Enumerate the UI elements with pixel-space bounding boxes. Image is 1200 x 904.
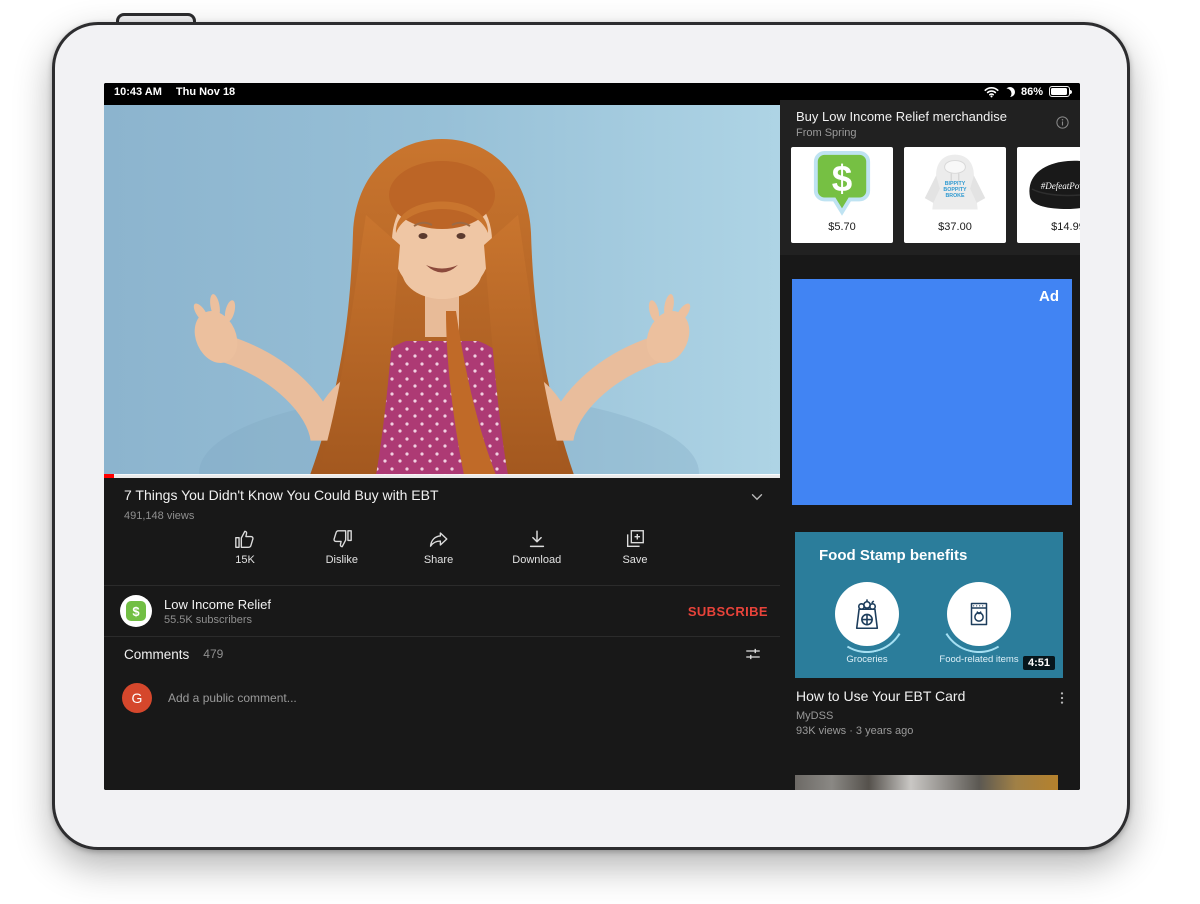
svg-text:BIPPITY: BIPPITY [945, 181, 966, 187]
save-label: Save [622, 554, 647, 566]
product-card-dollar-sticker[interactable]: $ $5.70 [791, 147, 893, 243]
grocery-bag-icon [848, 595, 886, 633]
status-date: Thu Nov 18 [176, 86, 235, 98]
dollar-sticker-image: $ [811, 149, 873, 217]
food-box-icon [961, 596, 997, 632]
svg-text:$: $ [832, 158, 852, 199]
channel-avatar: $ [120, 595, 152, 627]
product-card-fanny-pack[interactable]: #DefeatPoverty $14.99 [1017, 147, 1080, 243]
battery-percent: 86% [1021, 86, 1043, 98]
fanny-pack-image: #DefeatPoverty [1022, 151, 1080, 215]
share-icon [428, 528, 450, 550]
comments-header[interactable]: Comments 479 [104, 638, 780, 670]
video-still [104, 105, 780, 475]
subscribe-button[interactable]: SUBSCRIBE [688, 604, 768, 619]
dislike-button[interactable]: Dislike [319, 528, 365, 566]
product-price: $14.99 [1051, 221, 1080, 233]
channel-name: Low Income Relief [164, 597, 271, 612]
next-thumbnail-partial[interactable] [795, 775, 1058, 790]
share-label: Share [424, 554, 453, 566]
comments-title: Comments [124, 647, 189, 662]
video-title: 7 Things You Didn't Know You Could Buy w… [124, 487, 724, 503]
groceries-label: Groceries [817, 654, 917, 665]
svg-text:BROKE: BROKE [945, 193, 965, 199]
like-count: 15K [235, 554, 255, 566]
view-count: 491,148 views [124, 510, 194, 522]
save-to-playlist-icon [624, 528, 646, 550]
comments-sort-icon[interactable] [744, 645, 762, 663]
do-not-disturb-moon-icon [1005, 87, 1015, 97]
product-card-hoodie[interactable]: BIPPITY BOPPITY BROKE $37.00 [904, 147, 1006, 243]
video-player[interactable] [104, 100, 780, 478]
download-button[interactable]: Download [512, 528, 561, 566]
dollar-logo-icon: $ [126, 601, 146, 621]
wifi-icon [984, 86, 999, 98]
channel-subscribers: 55.5K subscribers [164, 614, 271, 626]
download-label: Download [512, 554, 561, 566]
svg-text:BOPPITY: BOPPITY [943, 187, 967, 193]
merch-card-list: $ $5.70 BIPPITY [791, 147, 1080, 243]
divider [104, 636, 780, 637]
like-button[interactable]: 15K [222, 528, 268, 566]
kebab-menu-icon[interactable] [1054, 690, 1070, 706]
save-button[interactable]: Save [612, 528, 658, 566]
status-time: 10:43 AM [114, 86, 162, 98]
thumbnail-title: Food Stamp benefits [819, 547, 967, 564]
comments-count: 479 [203, 647, 223, 661]
download-icon [526, 528, 548, 550]
dislike-label: Dislike [326, 554, 358, 566]
merch-title: Buy Low Income Relief merchandise [796, 109, 1007, 124]
thumbs-up-icon [234, 528, 256, 550]
battery-icon [1049, 86, 1070, 97]
thumbs-down-icon [331, 528, 353, 550]
merch-section: Buy Low Income Relief merchandise From S… [780, 100, 1080, 255]
comment-input-row[interactable]: G Add a public comment... [104, 676, 780, 720]
hoodie-image: BIPPITY BOPPITY BROKE [913, 149, 997, 217]
product-price: $37.00 [938, 221, 972, 233]
suggested-video-meta: 93K views · 3 years ago [796, 725, 913, 737]
product-price: $5.70 [828, 221, 856, 233]
tablet-screen: 10:43 AM Thu Nov 18 86% [104, 83, 1080, 790]
video-info-panel: 7 Things You Didn't Know You Could Buy w… [104, 478, 780, 790]
food-items-circle [947, 582, 1011, 646]
info-icon[interactable] [1055, 115, 1070, 130]
comment-placeholder[interactable]: Add a public comment... [168, 691, 297, 705]
svg-text:#DefeatPoverty: #DefeatPoverty [1041, 181, 1080, 191]
ad-label: Ad [1039, 288, 1059, 305]
channel-row[interactable]: $ Low Income Relief 55.5K subscribers SU… [104, 586, 780, 636]
food-items-label: Food-related items [919, 654, 1039, 665]
suggested-video-thumbnail[interactable]: Food Stamp benefits [795, 532, 1063, 678]
status-bar: 10:43 AM Thu Nov 18 86% [104, 83, 1080, 100]
suggested-video-title[interactable]: How to Use Your EBT Card [796, 688, 1040, 704]
action-bar: 15K Dislike Share Download [222, 528, 658, 566]
chevron-down-icon[interactable] [748, 488, 766, 506]
merch-subtitle: From Spring [796, 127, 857, 139]
duration-badge: 4:51 [1023, 656, 1055, 670]
user-avatar: G [122, 683, 152, 713]
share-button[interactable]: Share [416, 528, 462, 566]
sidebar: Buy Low Income Relief merchandise From S… [780, 100, 1080, 790]
ad-banner[interactable]: Ad [792, 279, 1072, 505]
groceries-circle [835, 582, 899, 646]
suggested-channel-name: MyDSS [796, 710, 833, 722]
